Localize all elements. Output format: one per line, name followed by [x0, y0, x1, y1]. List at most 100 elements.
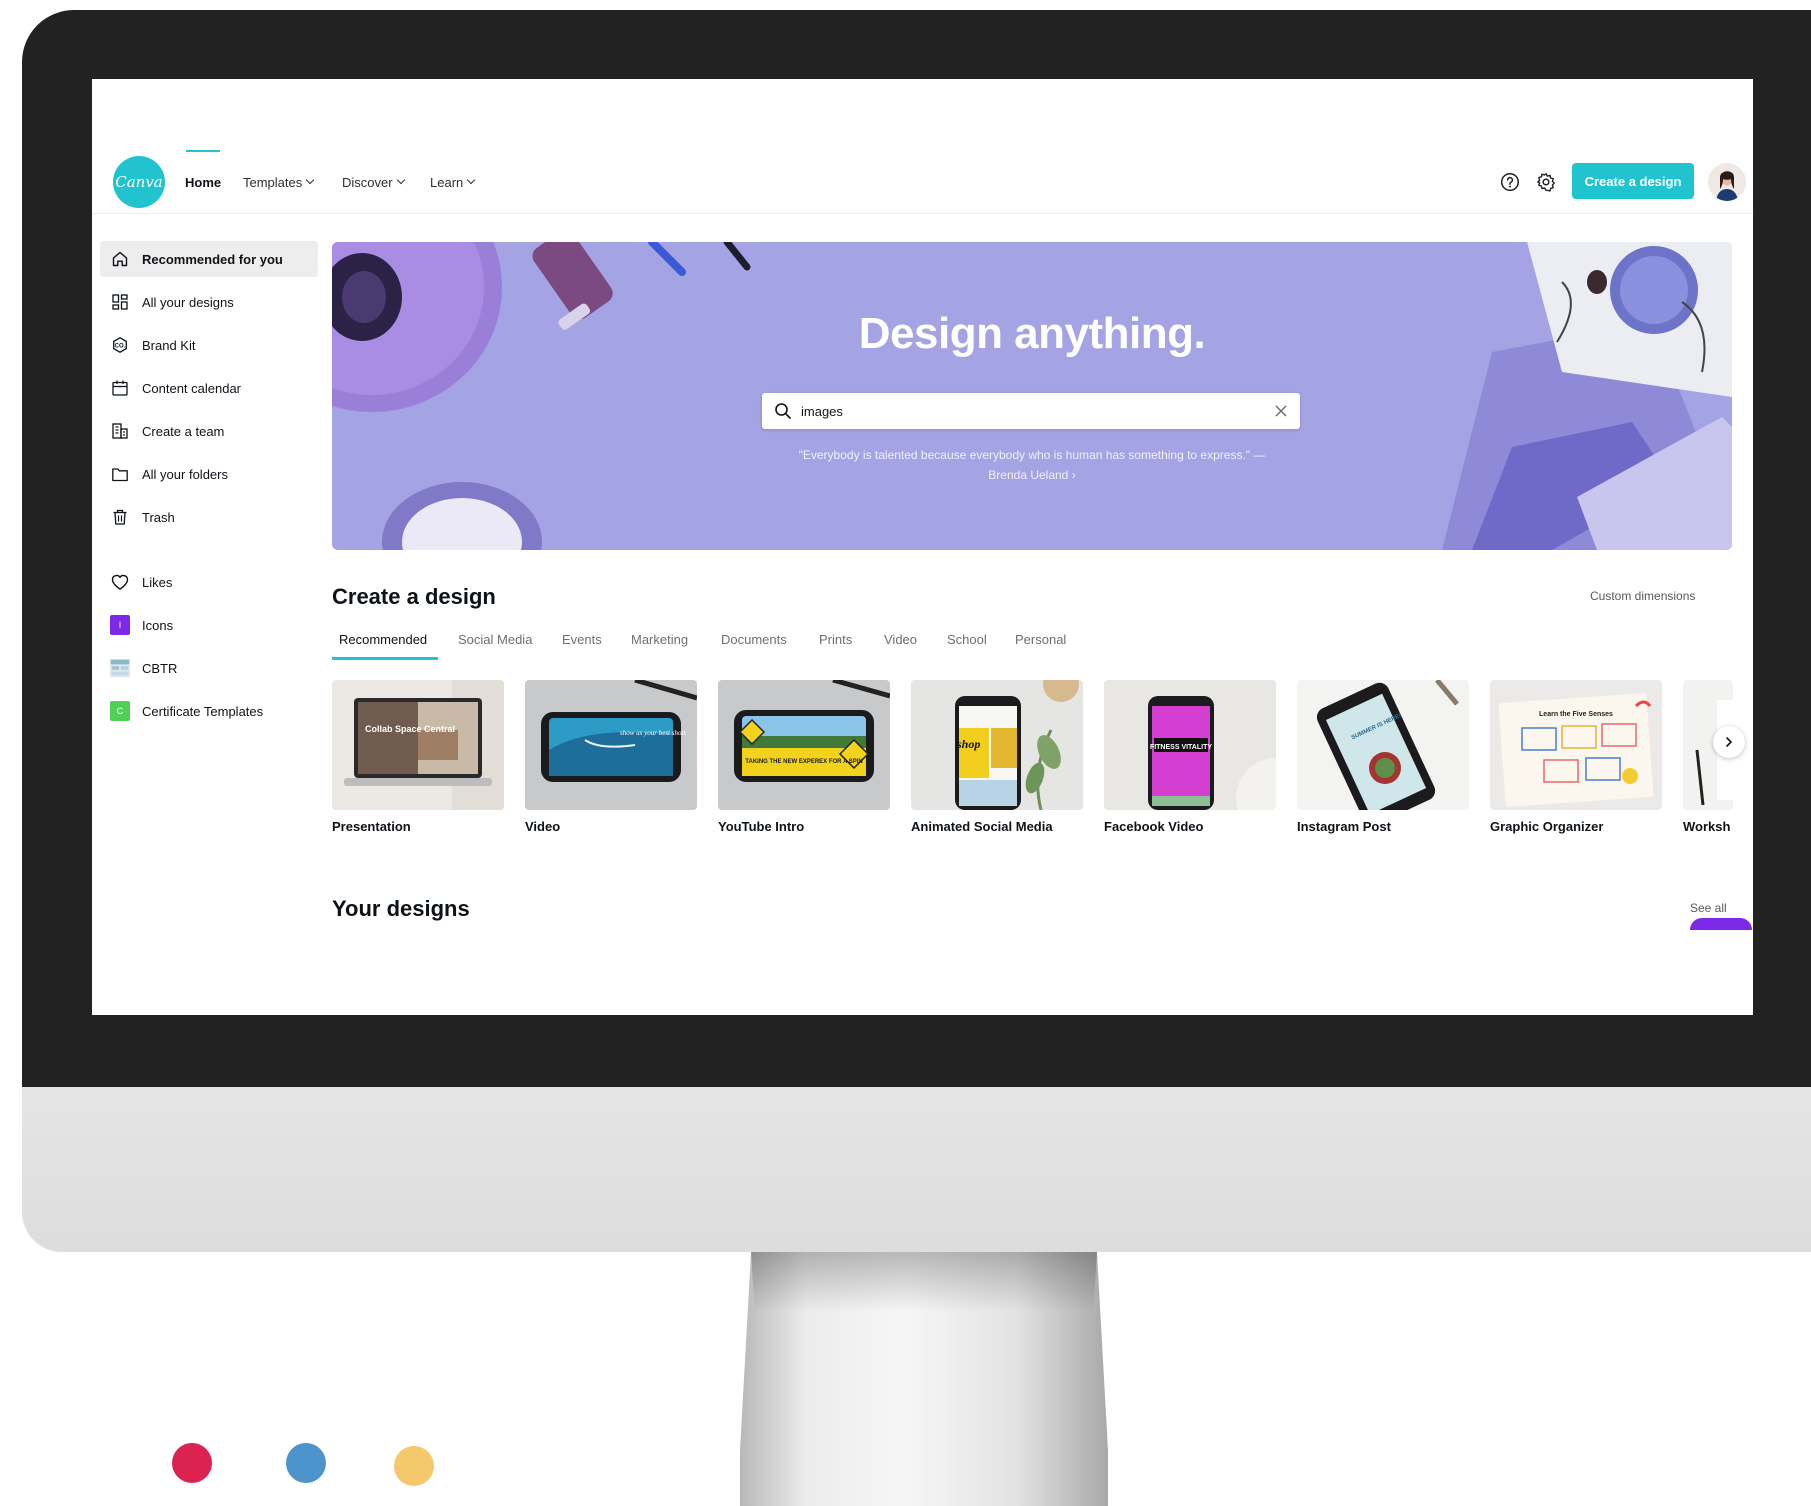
tab-social-media[interactable]: Social Media [451, 632, 539, 658]
search-icon [774, 402, 792, 420]
brand-kit-icon: CO. [110, 335, 130, 355]
tab-prints[interactable]: Prints [812, 632, 859, 658]
decor-dot-red [172, 1443, 212, 1483]
sidebar-item-content-calendar[interactable]: Content calendar [100, 370, 318, 406]
design-card-graphic-organizer[interactable]: Learn the Five Senses Graphic Organizer [1490, 680, 1662, 834]
settings-icon[interactable] [1536, 172, 1556, 192]
heart-icon [110, 572, 130, 592]
custom-dimensions-link[interactable]: Custom dimensions [1590, 589, 1695, 603]
thumb-text: TAKING THE NEW EXPEREX FOR A SPIN [745, 759, 862, 765]
sidebar-folder-likes[interactable]: Likes [100, 564, 318, 600]
sidebar-item-brand-kit[interactable]: CO. Brand Kit [100, 327, 318, 363]
folder-square-icon: I [110, 615, 130, 635]
card-thumbnail: TAKING THE NEW EXPEREX FOR A SPIN [718, 680, 890, 810]
folder-badge: I [110, 615, 130, 635]
avatar[interactable] [1708, 163, 1746, 201]
card-label: Video [525, 819, 561, 834]
home-icon [110, 249, 130, 269]
card-thumbnail: Learn the Five Senses [1490, 680, 1662, 810]
sidebar-item-label: All your folders [142, 466, 228, 482]
sidebar-folder-label: Icons [142, 617, 174, 633]
chevron-right-icon [1723, 736, 1735, 748]
card-thumbnail: SUMMER IS HERE! [1297, 680, 1469, 810]
nav-home[interactable]: Home [185, 172, 221, 192]
your-designs-heading: Your designs [332, 896, 470, 921]
card-label: Instagram Post [1297, 819, 1391, 834]
nav-home-label: Home [185, 174, 222, 190]
nav-learn-label: Learn [430, 174, 464, 190]
sidebar-folder-cbtr[interactable]: CBTR [100, 650, 318, 686]
decor-dot-yellow [394, 1446, 434, 1486]
thumb-text: shop [956, 737, 980, 751]
nav-discover[interactable]: Discover [342, 172, 405, 192]
design-card-instagram-post[interactable]: SUMMER IS HERE! Instagram Post [1297, 680, 1469, 834]
create-design-heading: Create a design [332, 584, 496, 609]
tab-documents[interactable]: Documents [714, 632, 794, 658]
trash-icon [110, 507, 130, 527]
sidebar-folder-certificate-templates[interactable]: C Certificate Templates [100, 693, 318, 729]
card-label: Graphic Organizer [1490, 819, 1604, 834]
tab-video[interactable]: Video [877, 632, 924, 658]
tab-events[interactable]: Events [555, 632, 609, 658]
see-all-link[interactable]: See all [1690, 901, 1727, 915]
chevron-down-icon [396, 175, 405, 185]
sidebar-item-recommended[interactable]: Recommended for you [100, 241, 318, 277]
folder-icon [110, 464, 130, 484]
sidebar-item-trash[interactable]: Trash [100, 499, 318, 535]
nav-templates[interactable]: Templates [243, 172, 315, 192]
folder-square-icon: C [110, 701, 130, 721]
sidebar-item-label: Create a team [142, 423, 225, 439]
card-label: YouTube Intro [718, 819, 805, 834]
help-widget-tab[interactable] [1690, 918, 1752, 930]
card-label: Presentation [332, 819, 411, 834]
tab-recommended[interactable]: Recommended [332, 632, 434, 658]
card-thumbnail: shop [911, 680, 1083, 810]
hero-banner: Design anything. "Everybody is talented … [332, 242, 1732, 550]
card-thumbnail: Collab Space Central [332, 680, 504, 810]
sidebar-item-all-designs[interactable]: All your designs [100, 284, 318, 320]
design-card-facebook-video[interactable]: FITNESS VITALITY Facebook Video [1104, 680, 1276, 834]
sidebar-item-create-team[interactable]: Create a team [100, 413, 318, 449]
card-thumbnail: FITNESS VITALITY [1104, 680, 1276, 810]
hero-quote: "Everybody is talented because everybody… [752, 445, 1312, 485]
card-label: Facebook Video [1104, 819, 1204, 834]
thumb-text: FITNESS VITALITY [1150, 744, 1212, 751]
nav-discover-label: Discover [342, 174, 393, 190]
tab-marketing[interactable]: Marketing [624, 632, 695, 658]
create-design-button[interactable]: Create a design [1572, 163, 1694, 199]
search-input[interactable] [801, 403, 1241, 419]
monitor-stand-shadow [751, 1252, 1097, 1312]
sidebar-folder-label: CBTR [142, 660, 178, 676]
sidebar-item-label: Content calendar [142, 380, 242, 396]
card-label: Animated Social Media [911, 819, 1053, 834]
design-card-youtube-intro[interactable]: TAKING THE NEW EXPEREX FOR A SPIN YouTub… [718, 680, 890, 834]
tab-school[interactable]: School [940, 632, 994, 658]
nav-learn[interactable]: Learn [430, 172, 476, 192]
tab-personal[interactable]: Personal [1008, 632, 1073, 658]
design-card-video[interactable]: show us your best shots Video [525, 680, 697, 834]
thumb-text: Learn the Five Senses [1539, 711, 1613, 718]
canva-logo[interactable]: Canva [113, 156, 165, 208]
design-card-presentation[interactable]: Collab Space Central Presentation [332, 680, 504, 834]
sidebar-item-label: All your designs [142, 294, 234, 310]
search-bar[interactable] [762, 393, 1300, 429]
carousel-next-button[interactable] [1713, 726, 1745, 758]
card-label: Worksh [1683, 819, 1731, 834]
clear-icon[interactable] [1274, 404, 1288, 418]
folder-thumbnail-icon [110, 658, 130, 678]
design-card-animated-social-media[interactable]: shop Animated Social Media [911, 680, 1083, 834]
grid-icon [110, 292, 130, 312]
team-icon [110, 421, 130, 441]
nav-active-indicator [186, 150, 220, 152]
sidebar-folder-label: Certificate Templates [142, 703, 264, 719]
chevron-down-icon [467, 175, 476, 185]
sidebar-item-label: Recommended for you [142, 251, 283, 267]
svg-text:CO.: CO. [115, 344, 126, 350]
thumb-text: show us your best shots [620, 729, 686, 737]
sidebar-item-label: Brand Kit [142, 337, 196, 353]
sidebar-item-all-folders[interactable]: All your folders [100, 456, 318, 492]
quote-author-link[interactable]: Brenda Ueland › [752, 465, 1312, 485]
sidebar-folder-label: Likes [142, 574, 173, 590]
help-icon[interactable] [1500, 172, 1520, 192]
sidebar-folder-icons[interactable]: I Icons [100, 607, 318, 643]
